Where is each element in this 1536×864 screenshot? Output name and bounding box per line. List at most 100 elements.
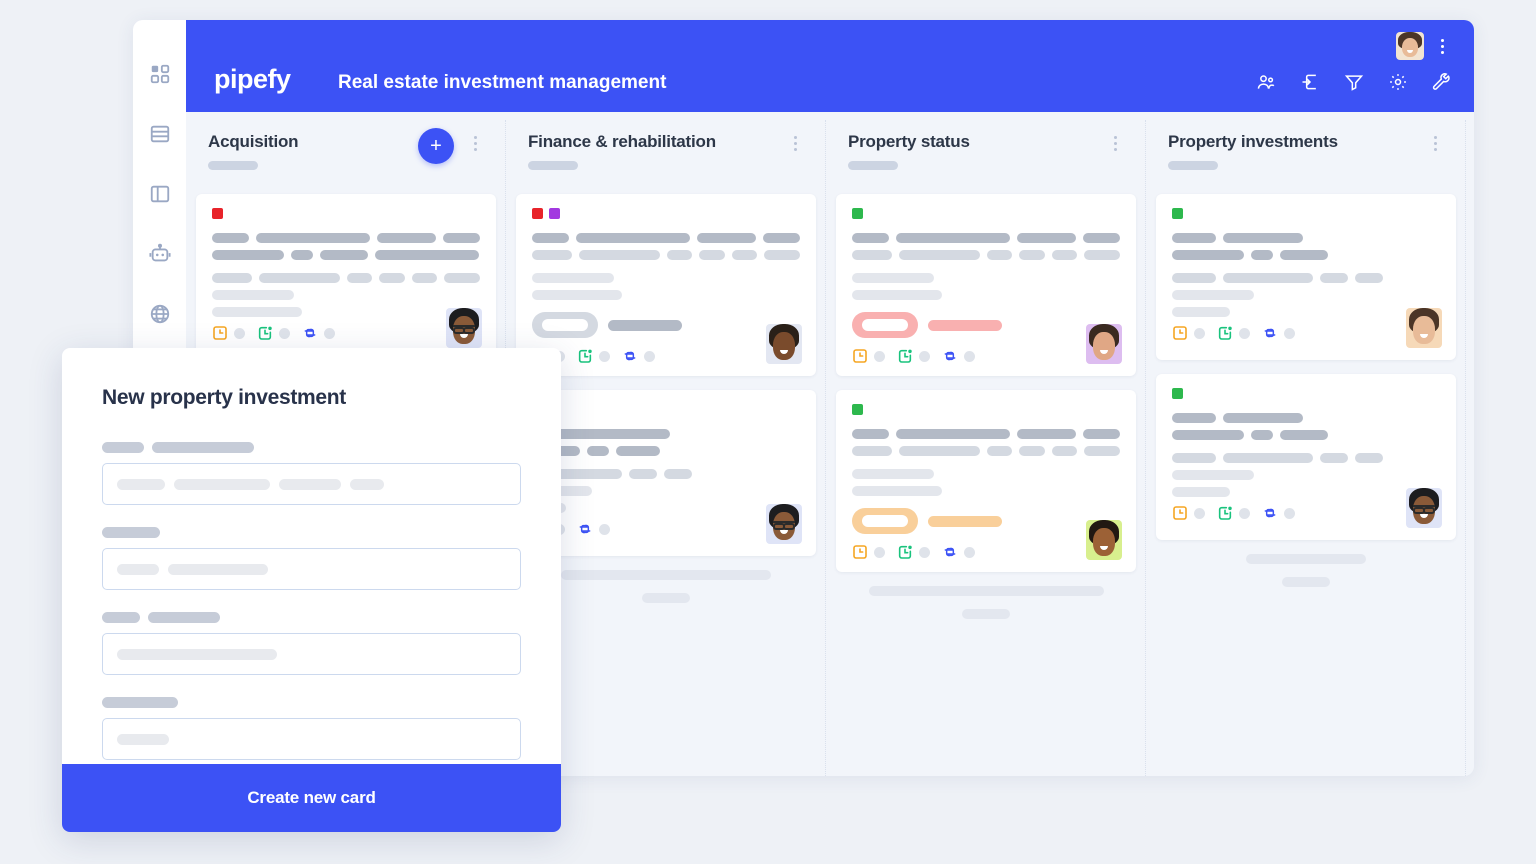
kanban-card[interactable] [836,390,1136,572]
text-placeholder [587,446,609,456]
avatar[interactable] [766,504,802,544]
calendar-note-icon[interactable] [897,544,913,560]
card-tag [852,404,863,415]
avatar[interactable] [1086,520,1122,560]
kanban-card[interactable] [196,194,496,360]
kanban-card[interactable] [516,390,816,556]
field-input[interactable] [102,463,521,505]
database-list-icon[interactable] [148,122,172,146]
column-options-button[interactable] [788,134,802,152]
card-text-placeholder-row [532,503,800,513]
text-placeholder [1051,250,1077,260]
card-text-placeholder-row [1172,470,1440,480]
calendar-note-icon[interactable] [897,348,913,364]
import-arrow-icon[interactable] [1300,72,1320,92]
footer-count-placeholder [1284,327,1295,339]
modal-body: New property investment [62,348,561,760]
card-status-badge-row [532,312,800,338]
column-count-placeholder [848,161,898,170]
text-placeholder [102,442,144,453]
create-new-card-button[interactable]: Create new card [62,764,561,832]
column-footer [516,570,816,603]
text-placeholder [699,250,725,260]
calendar-note-icon[interactable] [1217,325,1233,341]
card-text-placeholder-row [1172,453,1440,463]
text-placeholder [1083,446,1120,456]
clock-square-icon[interactable] [852,348,868,364]
clock-square-icon[interactable] [1172,325,1188,341]
robot-automation-icon[interactable] [148,242,172,266]
card-footer [212,325,480,341]
column-options-button[interactable] [468,134,482,152]
new-card-modal: New property investment Create new card [62,348,561,832]
clock-square-icon[interactable] [212,325,228,341]
sync-arrows-icon[interactable] [942,544,958,560]
card-text-placeholder-row [212,233,480,243]
text-placeholder [1223,273,1313,283]
text-placeholder [1172,413,1216,423]
card-text-placeholder-row [852,273,1120,283]
kanban-card[interactable] [836,194,1136,376]
avatar[interactable] [766,324,802,364]
filter-funnel-icon[interactable] [1344,72,1364,92]
avatar[interactable] [1086,324,1122,364]
card-text-placeholder-row [852,429,1120,439]
column-count-placeholder [528,161,578,170]
card-text-placeholder-row [1172,250,1440,260]
field-input[interactable] [102,718,521,760]
sync-arrows-icon[interactable] [302,325,318,341]
text-placeholder [1320,453,1348,463]
column-options-button[interactable] [1108,134,1122,152]
sync-arrows-icon[interactable] [577,521,593,537]
topbar-actions [1256,72,1452,92]
field-input[interactable] [102,548,521,590]
wrench-tools-icon[interactable] [1432,72,1452,92]
sync-arrows-icon[interactable] [942,348,958,364]
kanban-card[interactable] [516,194,816,376]
text-placeholder [532,273,614,283]
sync-arrows-icon[interactable] [1262,505,1278,521]
clock-square-icon[interactable] [1172,505,1188,521]
avatar[interactable] [446,308,482,348]
text-placeholder [731,250,757,260]
column-footer [1156,554,1456,587]
avatar[interactable] [1406,488,1442,528]
calendar-note-icon[interactable] [1217,505,1233,521]
add-card-button[interactable]: + [418,128,454,164]
avatar[interactable] [1406,308,1442,348]
board-column: Property investments [1146,112,1466,776]
clock-square-icon[interactable] [852,544,868,560]
text-placeholder [212,233,249,243]
kanban-card[interactable] [1156,374,1456,540]
text-placeholder [258,273,341,283]
members-icon[interactable] [1256,72,1276,92]
kanban-card[interactable] [1156,194,1456,360]
calendar-note-icon[interactable] [257,325,273,341]
card-text-placeholder-row [1172,273,1440,283]
globe-public-icon[interactable] [148,302,172,326]
text-placeholder [375,250,479,260]
text-placeholder [148,612,220,623]
column-options-button[interactable] [1428,134,1442,152]
topbar-more-options-button[interactable] [1435,35,1449,57]
layout-panel-icon[interactable] [148,182,172,206]
pipefy-logo[interactable]: pipefy [214,64,291,95]
modal-field [102,612,521,675]
input-value-placeholder [174,478,270,490]
sync-arrows-icon[interactable] [1262,325,1278,341]
text-placeholder [852,233,889,243]
field-input[interactable] [102,633,521,675]
text-placeholder [1172,470,1254,480]
column-header: Acquisition + [196,112,496,194]
text-placeholder [1051,446,1077,456]
avatar[interactable] [1396,32,1424,60]
grid-dashboard-icon[interactable] [148,62,172,86]
text-placeholder [762,233,800,243]
sync-arrows-icon[interactable] [622,348,638,364]
gear-settings-icon[interactable] [1388,72,1408,92]
card-footer [532,521,800,537]
text-placeholder [987,446,1013,456]
text-placeholder [212,307,302,317]
footer-count-placeholder [874,350,885,362]
calendar-note-icon[interactable] [577,348,593,364]
